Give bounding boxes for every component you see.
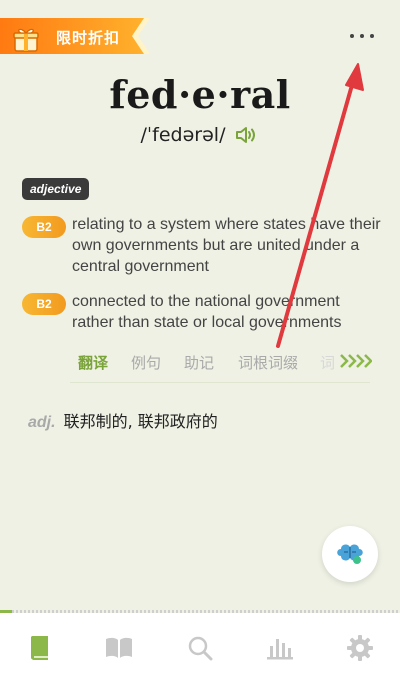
translation: adj. 联邦制的, 联邦政府的	[28, 408, 218, 432]
bottom-navigation	[0, 613, 400, 681]
brain-assistant-button[interactable]	[322, 526, 378, 582]
search-icon	[188, 636, 213, 661]
more-dot-icon	[350, 34, 354, 38]
sense-item[interactable]: B2 relating to a system where states hav…	[22, 214, 382, 277]
level-badge: B2	[22, 293, 66, 315]
translation-text: 联邦制的, 联邦政府的	[63, 412, 218, 431]
level-badge: B2	[22, 216, 66, 238]
speaker-icon[interactable]	[235, 125, 259, 145]
part-of-speech-badge: adjective	[22, 178, 90, 200]
nav-search[interactable]	[180, 633, 220, 663]
more-options-button[interactable]	[350, 26, 374, 46]
tab-roots-affixes[interactable]: 词根词缀	[238, 352, 298, 373]
pronunciation-row: /ˈfedərəl/	[0, 124, 400, 146]
nav-vocabulary[interactable]	[20, 633, 60, 663]
tab-more[interactable]: 词	[320, 352, 335, 373]
gift-icon	[13, 28, 39, 52]
nav-settings[interactable]	[340, 633, 380, 663]
more-dot-icon	[360, 34, 364, 38]
promo-label: 限时折扣	[56, 29, 121, 47]
book-icon	[31, 636, 48, 660]
tab-examples[interactable]: 例句	[131, 352, 161, 373]
detail-tabs: 翻译 例句 助记 词根词缀 词	[0, 348, 400, 376]
tabs-divider	[70, 382, 370, 383]
more-dot-icon	[370, 34, 374, 38]
sense-item[interactable]: B2 connected to the national government …	[22, 291, 382, 333]
brain-icon	[337, 544, 363, 564]
translation-pos: adj.	[28, 414, 56, 431]
tab-mnemonics[interactable]: 助记	[184, 352, 214, 373]
promo-banner[interactable]: 限时折扣	[0, 18, 150, 54]
stats-icon	[267, 639, 293, 660]
pronunciation: /ˈfedərəl/	[140, 124, 226, 146]
tab-translation[interactable]: 翻译	[78, 352, 108, 373]
nav-statistics[interactable]	[260, 633, 300, 663]
headword: fed·e·ral	[109, 72, 291, 117]
sense-definition: relating to a system where states have t…	[72, 216, 381, 275]
nav-dictionary[interactable]	[99, 633, 139, 663]
open-book-icon	[106, 637, 132, 658]
gear-icon	[347, 635, 373, 661]
sense-definition: connected to the national government rat…	[72, 293, 342, 331]
scroll-tabs-arrow-icon[interactable]	[340, 354, 372, 368]
